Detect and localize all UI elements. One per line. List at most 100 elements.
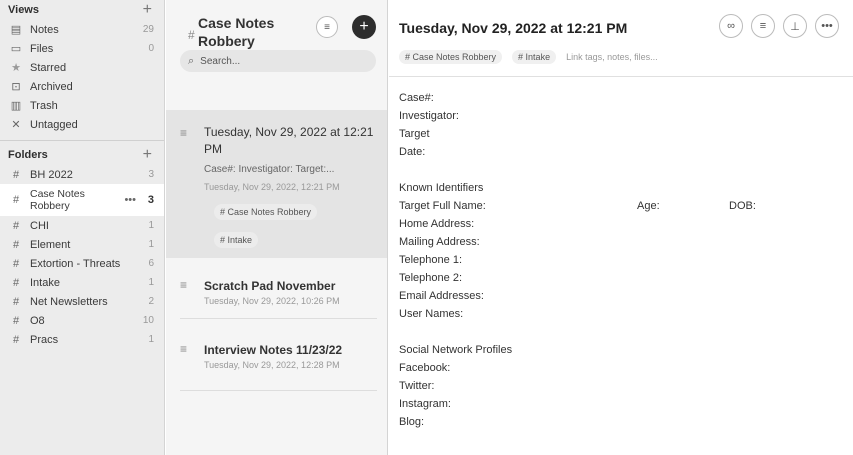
body-line[interactable]: Known Identifiers <box>399 182 483 194</box>
sidebar-folder-extortion-threats[interactable]: # Extortion - Threats 6 <box>0 254 164 273</box>
sidebar-folder-o8[interactable]: # O8 10 <box>0 311 164 330</box>
body-line[interactable]: Facebook: <box>399 362 450 374</box>
note-card-selected[interactable]: ≡ Tuesday, Nov 29, 2022 at 12:21 PM Case… <box>166 110 387 258</box>
note-tag[interactable]: # Case Notes Robbery <box>214 204 318 220</box>
folder-label: Net Newsletters <box>30 295 108 308</box>
folder-count: 3 <box>147 194 154 206</box>
folder-count: 6 <box>148 258 154 269</box>
body-line[interactable]: Investigator: <box>399 110 459 122</box>
sidebar-item-label: Trash <box>30 99 58 112</box>
sidebar-item-untagged[interactable]: ✕ Untagged <box>0 115 164 134</box>
note-card-date: Tuesday, Nov 29, 2022, 12:28 PM <box>204 360 340 370</box>
age-label[interactable]: Age: <box>637 200 660 212</box>
note-card[interactable]: ≡ Scratch Pad November Tuesday, Nov 29, … <box>166 270 387 320</box>
body-line[interactable]: Home Address: <box>399 218 474 230</box>
sidebar-folder-intake[interactable]: # Intake 1 <box>0 273 164 292</box>
folder-label: Case Notes Robbery <box>30 188 85 212</box>
sidebar-item-label: Starred <box>30 61 67 74</box>
outline-button[interactable]: ≡ <box>751 14 775 38</box>
editor-divider <box>389 76 853 77</box>
sidebar-item-label: Archived <box>30 80 73 93</box>
sidebar-item-starred[interactable]: ★ Starred <box>0 58 164 77</box>
untagged-icon: ✕ <box>11 119 21 131</box>
lines-icon: ≡ <box>759 20 767 32</box>
note-list-header: # Case Notes Robbery ≡ + ⌕ Search... <box>166 0 387 92</box>
hash-icon: # <box>12 276 20 289</box>
sidebar-item-count: 0 <box>148 43 154 54</box>
sidebar-item-label: Files <box>30 42 54 55</box>
editor-tag[interactable]: # Intake <box>512 50 557 64</box>
sidebar-folder-net-newsletters[interactable]: # Net Newsletters 2 <box>0 292 164 311</box>
note-card-title: Interview Notes 11/23/22 <box>204 343 343 357</box>
note-title[interactable]: Tuesday, Nov 29, 2022 at 12:21 PM <box>399 20 627 36</box>
files-icon: ▭ <box>10 43 22 55</box>
folder-label: Intake <box>30 276 60 289</box>
body-line[interactable]: Telephone 1: <box>399 254 462 266</box>
plus-icon: + <box>359 18 369 35</box>
dob-label[interactable]: DOB: <box>729 200 756 212</box>
sidebar-item-trash[interactable]: ▥ Trash <box>0 96 164 115</box>
note-lines-icon: ≡ <box>180 342 188 356</box>
note-card-snippet: Case#: Investigator: Target:... <box>204 164 335 175</box>
folder-count: 1 <box>148 334 154 345</box>
new-note-button[interactable]: + <box>352 15 376 39</box>
body-line[interactable]: Email Addresses: <box>399 290 484 302</box>
archive-icon: ⊡ <box>11 81 21 93</box>
sidebar: Views + ▤ Notes 29 ▭ Files 0 ★ Starred ⊡… <box>0 0 165 455</box>
pin-button[interactable]: ⊥ <box>783 14 807 38</box>
sidebar-folder-bh-2022[interactable]: # BH 2022 3 <box>0 165 164 184</box>
folder-count: 1 <box>148 277 154 288</box>
views-header-label: Views <box>8 4 39 16</box>
pin-icon: ⊥ <box>790 20 800 33</box>
body-line[interactable]: Twitter: <box>399 380 434 392</box>
star-icon: ★ <box>11 62 21 74</box>
body-line[interactable]: Mailing Address: <box>399 236 480 248</box>
add-view-icon[interactable]: + <box>143 2 152 18</box>
sidebar-folder-pracs[interactable]: # Pracs 1 <box>0 330 164 349</box>
sidebar-folder-case-notes-robbery[interactable]: # Case Notes Robbery ••• 3 <box>0 184 164 216</box>
body-line[interactable]: Social Network Profiles <box>399 344 512 356</box>
hash-icon: # <box>12 314 20 327</box>
add-folder-icon[interactable]: + <box>143 147 152 163</box>
hash-icon: # <box>12 194 20 206</box>
note-tag[interactable]: # Intake <box>214 232 259 248</box>
sidebar-folder-element[interactable]: # Element 1 <box>0 235 164 254</box>
note-separator <box>180 390 377 391</box>
more-button[interactable]: ••• <box>815 14 839 38</box>
folder-label: O8 <box>30 314 45 327</box>
hash-icon: # <box>12 238 20 251</box>
sidebar-item-label: Notes <box>30 23 59 36</box>
sidebar-folder-chi[interactable]: # CHI 1 <box>0 216 164 235</box>
tag-input[interactable]: Link tags, notes, files... <box>566 52 658 62</box>
sort-button[interactable]: ≡ <box>316 16 338 38</box>
more-options-icon[interactable]: ••• <box>124 194 136 206</box>
editor-tag[interactable]: # Case Notes Robbery <box>399 50 503 64</box>
link-button[interactable]: ∞ <box>719 14 743 38</box>
body-line[interactable]: Target <box>399 128 430 140</box>
body-line[interactable]: Telephone 2: <box>399 272 462 284</box>
views-section-header: Views + <box>0 0 164 20</box>
notes-icon: ▤ <box>10 24 22 36</box>
sidebar-item-files[interactable]: ▭ Files 0 <box>0 39 164 58</box>
hash-icon: # <box>188 28 195 42</box>
sidebar-item-archived[interactable]: ⊡ Archived <box>0 77 164 96</box>
body-line[interactable]: User Names: <box>399 308 463 320</box>
folder-count: 1 <box>148 220 154 231</box>
note-card-title: Scratch Pad November <box>204 279 336 293</box>
body-line[interactable]: Date: <box>399 146 425 158</box>
folder-label: BH 2022 <box>30 168 73 181</box>
search-placeholder: Search... <box>200 55 241 67</box>
body-line[interactable]: Case#: <box>399 92 434 104</box>
search-icon: ⌕ <box>188 54 195 67</box>
body-line[interactable]: Target Full Name: <box>399 200 486 212</box>
note-card[interactable]: ≡ Interview Notes 11/23/22 Tuesday, Nov … <box>166 334 387 384</box>
sidebar-item-notes[interactable]: ▤ Notes 29 <box>0 20 164 39</box>
body-line[interactable]: Instagram: <box>399 398 451 410</box>
search-input[interactable]: ⌕ Search... <box>180 50 376 72</box>
folder-label: Pracs <box>30 333 59 346</box>
hash-icon: # <box>12 295 20 308</box>
sidebar-item-count: 29 <box>142 24 154 35</box>
folders-section-header: Folders + <box>0 145 164 165</box>
note-lines-icon: ≡ <box>180 126 188 140</box>
body-line[interactable]: Blog: <box>399 416 424 428</box>
